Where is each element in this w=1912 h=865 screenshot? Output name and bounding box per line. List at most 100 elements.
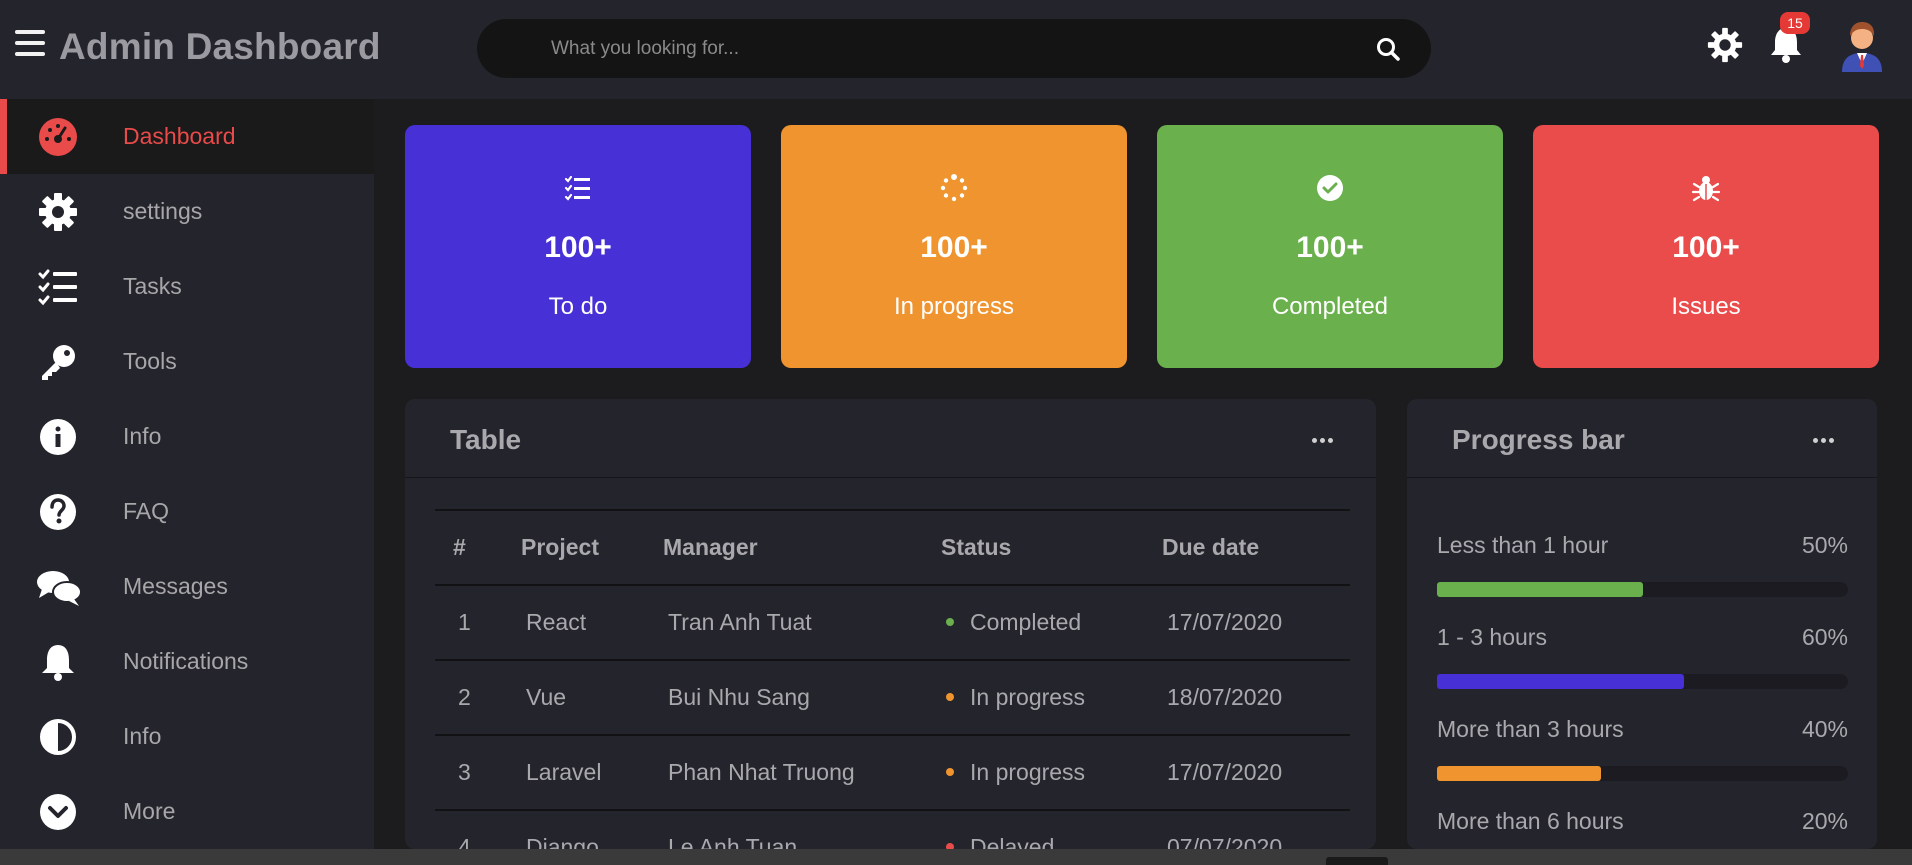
table-row[interactable]: 4 Django Le Anh Tuan Delayed 07/07/2020	[435, 810, 1350, 849]
progress-fill	[1437, 674, 1684, 689]
spinner-icon	[940, 174, 968, 202]
sidebar-item-label: settings	[123, 198, 203, 224]
column-header[interactable]: Status	[941, 510, 1162, 586]
gear-icon	[39, 193, 77, 231]
row-number: 2	[435, 660, 521, 736]
sidebar-item-notifications[interactable]: Notifications	[0, 624, 374, 699]
chat-bubbles-icon	[37, 571, 82, 606]
tasks-list-icon	[38, 269, 77, 306]
sidebar-item-label: Tasks	[123, 273, 182, 299]
bell-icon	[42, 645, 74, 681]
progress-fill	[1437, 582, 1643, 597]
stat-card-in-progress: 100+ In progress	[781, 125, 1127, 368]
project-cell: React	[521, 585, 663, 661]
progress-percent: 20%	[1801, 808, 1848, 834]
stat-value: 100+	[920, 231, 988, 264]
sidebar-item-label: Info	[123, 423, 162, 449]
progress-panel: Progress bar Less than 1 hour 50% 1 - 3 …	[1407, 399, 1877, 849]
check-circle-icon	[1317, 175, 1343, 201]
key-icon	[42, 345, 75, 380]
project-cell: Django	[521, 810, 663, 849]
status-cell: In progress	[941, 735, 1162, 811]
panel-header: Progress bar	[1407, 399, 1877, 478]
sidebar-item-settings[interactable]: settings	[0, 174, 374, 249]
sidebar-item-label: Tools	[123, 348, 177, 374]
stat-card-todo: 100+ To do	[405, 125, 751, 368]
manager-cell: Phan Nhat Truong	[663, 735, 941, 811]
sidebar-item-more[interactable]: More	[0, 774, 374, 849]
status-dot	[946, 692, 954, 701]
progress-item: More than 3 hours 40%	[1437, 716, 1848, 796]
progress-label: Less than 1 hour	[1437, 532, 1609, 558]
stat-label: In progress	[893, 293, 1015, 320]
sidebar-item-info-2[interactable]: Info	[0, 699, 374, 774]
sidebar-item-info[interactable]: Info	[0, 399, 374, 474]
info-icon	[40, 419, 76, 455]
status-dot	[946, 617, 954, 626]
app-title: Admin Dashboard	[59, 26, 381, 67]
due-date-cell: 17/07/2020	[1162, 735, 1350, 811]
project-cell: Vue	[521, 660, 663, 736]
dashboard-gauge-icon	[39, 118, 77, 156]
question-icon	[40, 494, 76, 530]
table-header-row: # Project Manager Status Due date	[435, 510, 1350, 586]
projects-table: # Project Manager Status Due date 1 Reac…	[435, 509, 1350, 849]
more-options-icon[interactable]	[1813, 430, 1837, 443]
due-date-cell: 18/07/2020	[1162, 660, 1350, 736]
row-number: 1	[435, 585, 521, 661]
progress-percent: 60%	[1801, 624, 1848, 650]
progress-item: Less than 1 hour 50%	[1437, 532, 1848, 612]
more-options-icon[interactable]	[1312, 430, 1336, 443]
progress-item: More than 6 hours 20%	[1437, 808, 1848, 849]
column-header[interactable]: Manager	[663, 510, 941, 586]
progress-track	[1437, 674, 1848, 689]
progress-label: 1 - 3 hours	[1437, 624, 1547, 650]
notification-count-badge: 15	[1780, 12, 1810, 34]
table-panel: Table # Project Manager Status Due date …	[405, 399, 1376, 849]
sidebar-item-dashboard[interactable]: Dashboard	[0, 99, 374, 174]
stat-card-issues: 100+ Issues	[1533, 125, 1879, 368]
sidebar: Dashboard settings Tasks Tools Info FAQ …	[0, 99, 374, 849]
panel-title: Table	[450, 424, 522, 455]
chevron-down-icon	[40, 794, 76, 830]
progress-percent: 50%	[1801, 532, 1848, 558]
manager-cell: Le Anh Tuan	[663, 810, 941, 849]
progress-label: More than 6 hours	[1437, 808, 1624, 834]
stat-value: 100+	[544, 231, 612, 264]
search-icon[interactable]	[1375, 36, 1401, 62]
progress-item: 1 - 3 hours 60%	[1437, 624, 1848, 704]
manager-cell: Tran Anh Tuat	[663, 585, 941, 661]
status-text: Delayed	[970, 834, 1055, 849]
stat-label: Completed	[1271, 293, 1389, 320]
panel-title: Progress bar	[1452, 424, 1625, 455]
manager-cell: Bui Nhu Sang	[663, 660, 941, 736]
checklist-icon	[564, 175, 590, 201]
due-date-cell: 07/07/2020	[1162, 810, 1350, 849]
status-text: In progress	[970, 759, 1086, 785]
sidebar-item-faq[interactable]: FAQ	[0, 474, 374, 549]
sidebar-item-label: Notifications	[123, 648, 249, 674]
sidebar-item-label: Messages	[123, 573, 228, 599]
project-cell: Laravel	[521, 735, 663, 811]
sidebar-item-messages[interactable]: Messages	[0, 549, 374, 624]
column-header[interactable]: Due date	[1162, 510, 1350, 586]
sidebar-item-tasks[interactable]: Tasks	[0, 249, 374, 324]
status-cell: Delayed	[941, 810, 1162, 849]
stat-label: To do	[548, 293, 608, 320]
top-bar: Admin Dashboard 15	[0, 0, 1912, 99]
horizontal-scrollbar-thumb[interactable]	[1326, 857, 1388, 865]
search-bar	[477, 19, 1431, 78]
stat-value: 100+	[1672, 231, 1740, 264]
table-row[interactable]: 2 Vue Bui Nhu Sang In progress 18/07/202…	[435, 660, 1350, 736]
hamburger-menu-icon[interactable]	[15, 30, 45, 56]
sidebar-item-tools[interactable]: Tools	[0, 324, 374, 399]
stat-card-completed: 100+ Completed	[1157, 125, 1503, 368]
status-text: Completed	[970, 609, 1082, 635]
search-input[interactable]	[551, 19, 1311, 78]
column-header[interactable]: Project	[521, 510, 663, 586]
table-row[interactable]: 3 Laravel Phan Nhat Truong In progress 1…	[435, 735, 1350, 811]
settings-gear-icon[interactable]	[1706, 26, 1744, 64]
column-header[interactable]: #	[435, 510, 521, 586]
table-row[interactable]: 1 React Tran Anh Tuat Completed 17/07/20…	[435, 585, 1350, 661]
user-avatar[interactable]	[1838, 18, 1886, 72]
